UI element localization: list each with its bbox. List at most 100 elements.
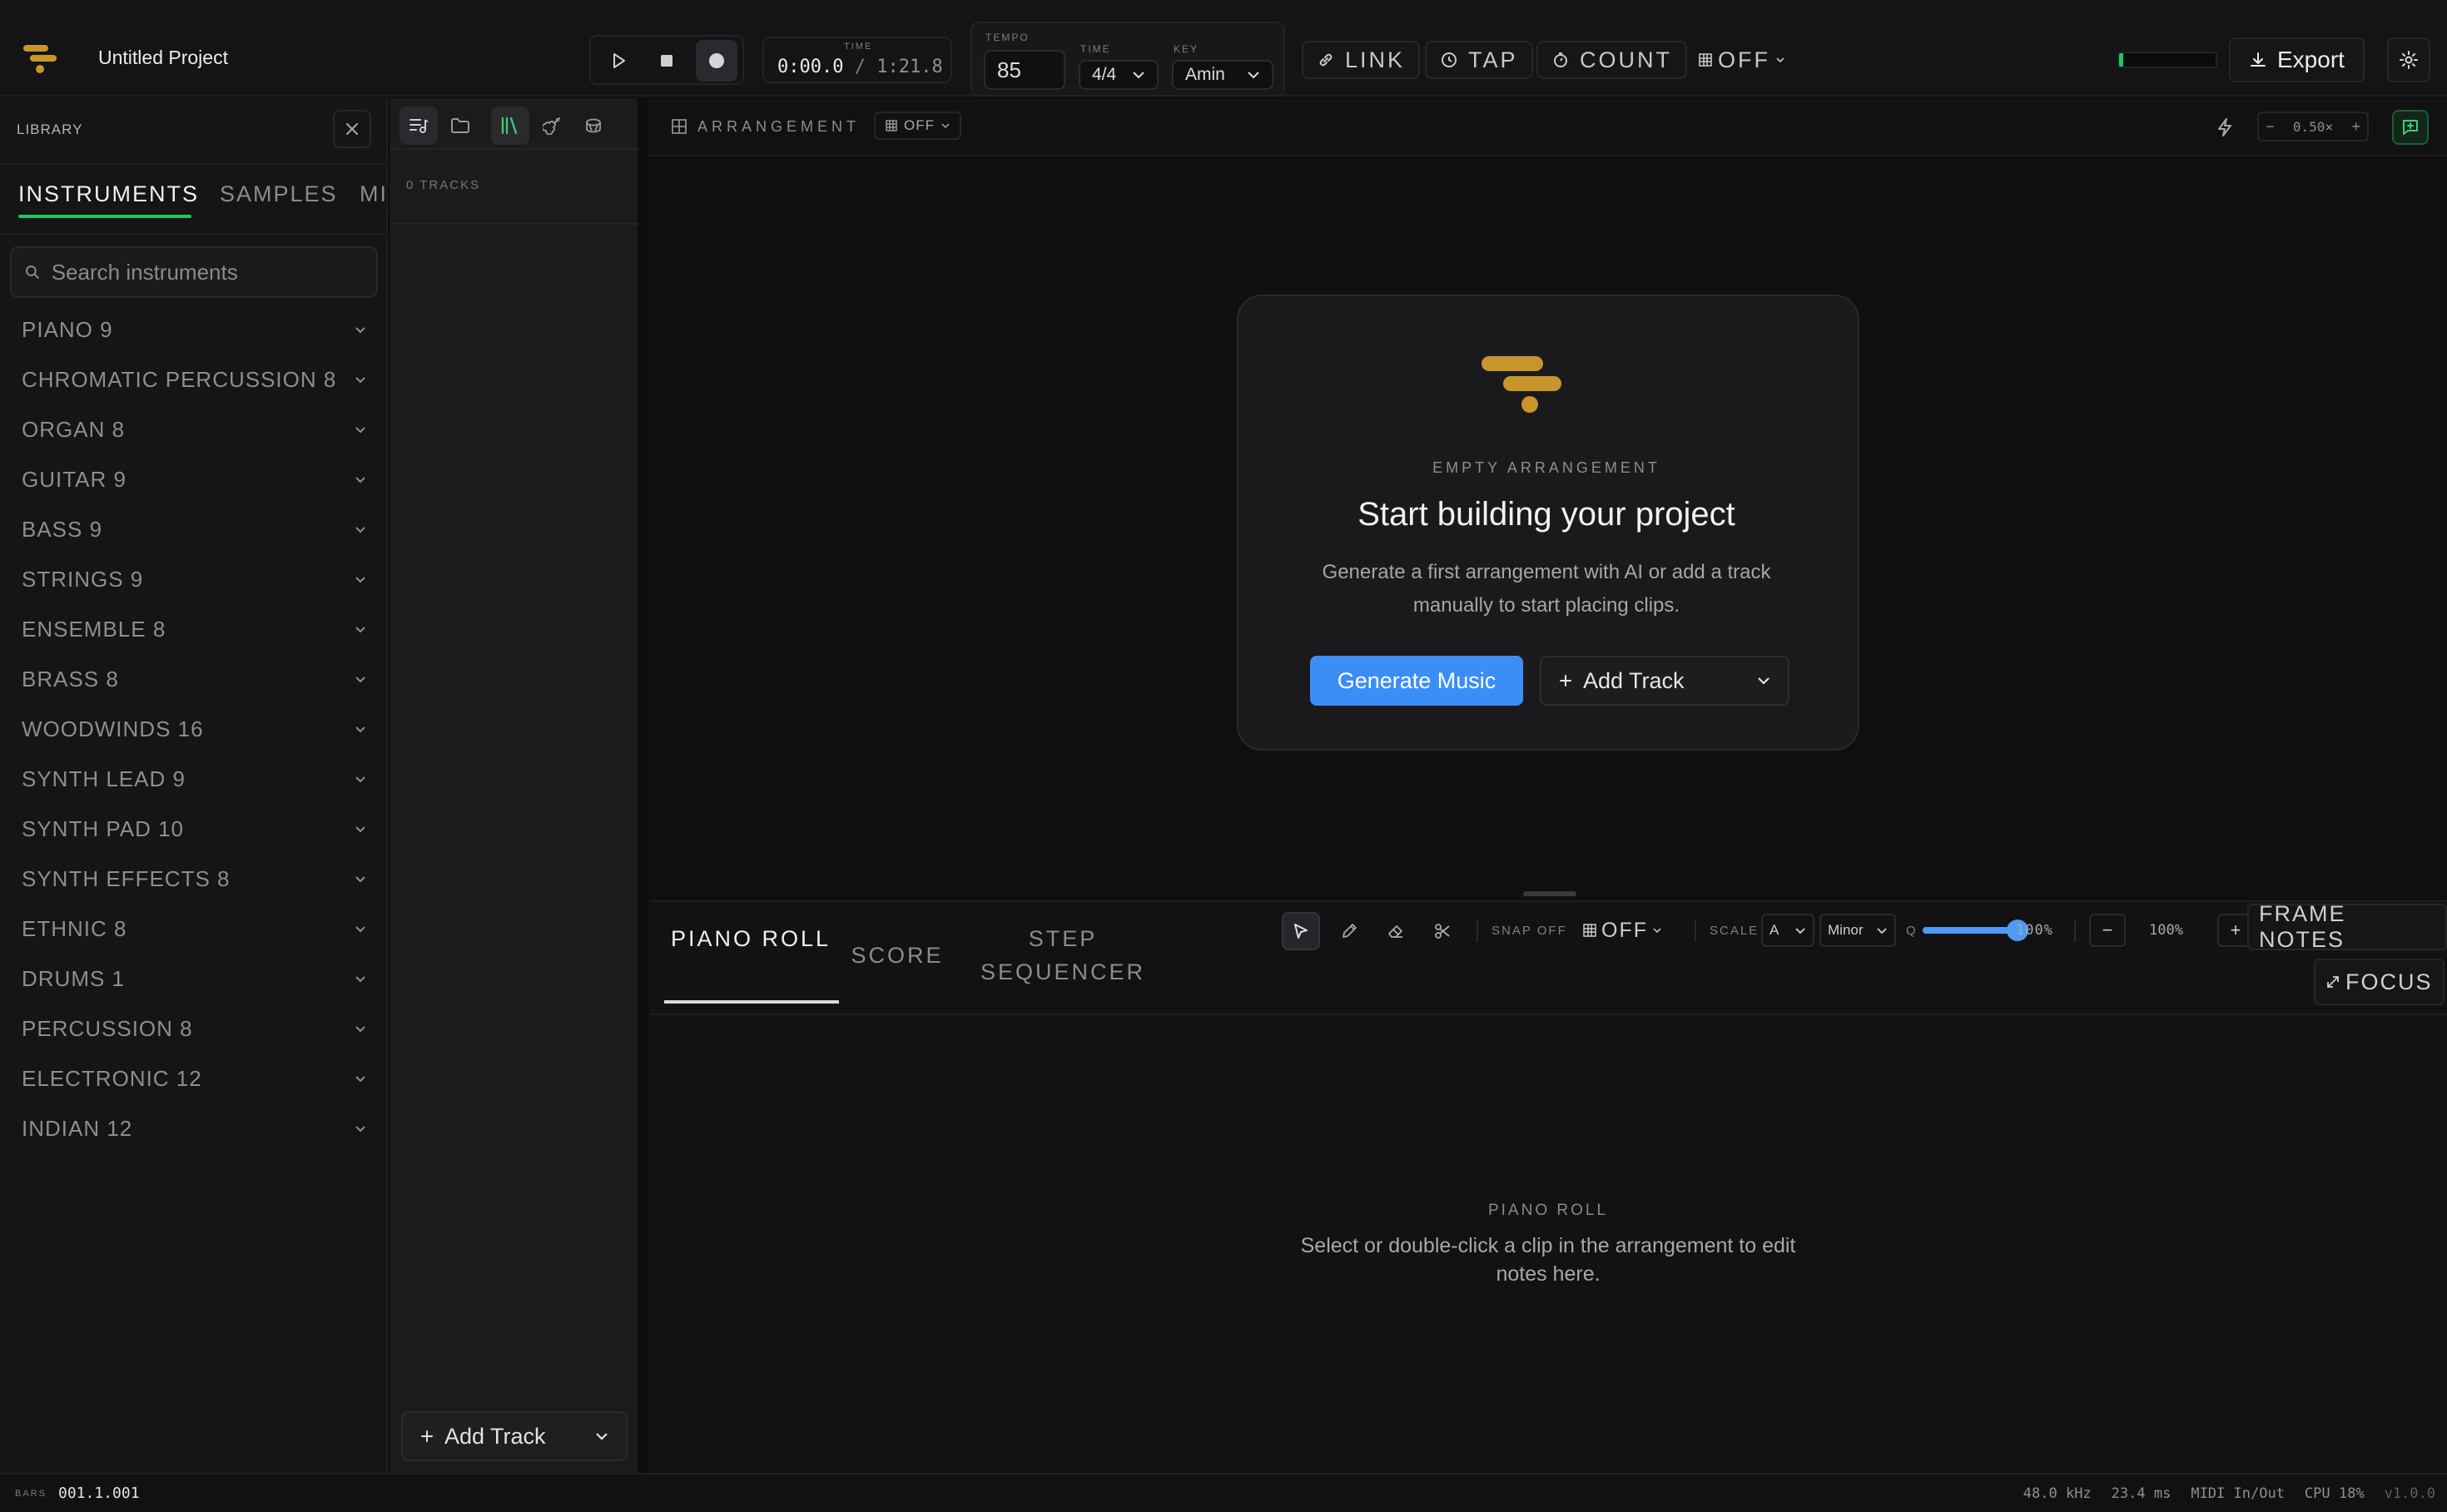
quantize-label: Q <box>1906 924 1918 938</box>
pencil-tool-button[interactable] <box>1330 912 1368 950</box>
download-icon <box>2251 52 2266 67</box>
settings-button[interactable] <box>2387 37 2430 82</box>
drum-button[interactable] <box>574 107 613 145</box>
chevron-down-icon <box>355 776 365 782</box>
status-bar: BARS 001.1.001 48.0 kHz 23.4 ms MIDI In/… <box>0 1473 2447 1512</box>
close-icon <box>346 123 358 135</box>
timer-icon <box>1554 52 1567 67</box>
quick-action-button[interactable] <box>2207 110 2242 145</box>
guitar-button[interactable] <box>533 107 571 145</box>
library-category-label: WOODWINDS 16 <box>22 716 204 741</box>
chevron-down-icon <box>355 1075 365 1082</box>
stop-button[interactable] <box>648 42 686 80</box>
chevron-down-icon[interactable] <box>594 1431 609 1441</box>
focus-button[interactable]: FOCUS <box>2314 959 2445 1005</box>
chevron-down-icon <box>355 975 365 982</box>
midi-status[interactable]: MIDI In/Out <box>2191 1485 2285 1502</box>
frame-notes-button[interactable]: FRAME NOTES <box>2247 901 2447 952</box>
quantize-slider[interactable] <box>1923 920 2028 941</box>
library-category[interactable]: ELECTRONIC 12 <box>22 1062 371 1095</box>
tab-step-sequencer[interactable]: STEP SEQUENCER <box>975 922 1150 989</box>
chevron-down-icon[interactable] <box>1756 676 1771 686</box>
zoom-out-button[interactable]: − <box>2266 118 2275 136</box>
chevron-down-icon <box>1776 57 1784 63</box>
scale-mode-select[interactable]: Minor <box>1819 914 1896 947</box>
library-category[interactable]: SYNTH PAD 10 <box>22 812 371 845</box>
folder-button[interactable] <box>441 107 479 145</box>
play-button[interactable] <box>599 42 638 80</box>
grid-off-label: OFF <box>1718 47 1770 72</box>
tab-score[interactable]: SCORE <box>839 939 955 972</box>
stop-icon <box>661 55 673 67</box>
scale-root-select[interactable]: A <box>1761 914 1814 947</box>
library-category[interactable]: STRINGS 9 <box>22 563 371 596</box>
count-in-button[interactable]: COUNT <box>1536 41 1687 79</box>
key-value: Amin <box>1185 65 1225 84</box>
arrangement-title: ARRANGEMENT <box>697 118 861 135</box>
arrangement-snap-dropdown[interactable]: OFF <box>874 112 961 140</box>
library-category[interactable]: DRUMS 1 <box>22 962 371 995</box>
tempo-label: TEMPO <box>985 32 1030 43</box>
library-category[interactable]: ORGAN 8 <box>22 413 371 446</box>
list-music-icon <box>409 119 429 133</box>
add-track-dropdown-button[interactable]: Add Track <box>1540 656 1789 706</box>
library-category-label: SYNTH PAD 10 <box>22 815 185 841</box>
library-category[interactable]: GUITAR 9 <box>22 463 371 496</box>
search-input[interactable] <box>51 259 363 285</box>
link-button[interactable]: LINK <box>1302 41 1421 79</box>
arrangement-snap-value: OFF <box>904 117 935 133</box>
tab-midi[interactable]: MI <box>360 181 388 207</box>
library-category[interactable]: ETHNIC 8 <box>22 912 371 945</box>
add-track-button[interactable]: Add Track <box>401 1411 628 1461</box>
add-comment-button[interactable] <box>2392 110 2429 145</box>
tempo-input[interactable]: 85 <box>984 50 1065 90</box>
generate-music-button[interactable]: Generate Music <box>1310 656 1523 706</box>
record-button[interactable] <box>696 40 737 82</box>
time-signature-select[interactable]: 4/4 <box>1079 60 1159 90</box>
export-button[interactable]: Export <box>2229 37 2365 82</box>
plus-icon <box>421 1430 433 1442</box>
library-category[interactable]: SYNTH EFFECTS 8 <box>22 862 371 895</box>
key-select[interactable]: Amin <box>1172 60 1273 90</box>
add-track-label: Add Track <box>444 1423 546 1449</box>
library-category[interactable]: SYNTH LEAD 9 <box>22 762 371 796</box>
editor-zoom-out-button[interactable]: − <box>2089 914 2126 947</box>
arrangement-canvas[interactable]: EMPTY ARRANGEMENT Start building your pr… <box>649 158 2447 899</box>
tap-tempo-button[interactable]: TAP <box>1425 41 1533 79</box>
search-field[interactable] <box>10 246 378 298</box>
panel-resize-handle[interactable] <box>1523 891 1576 896</box>
library-category-label: ELECTRONIC 12 <box>22 1065 202 1091</box>
tab-piano-roll[interactable]: PIANO ROLL <box>663 922 839 955</box>
library-category-label: SYNTH EFFECTS 8 <box>22 865 231 891</box>
project-title[interactable]: Untitled Project <box>98 47 228 69</box>
snap-dropdown[interactable]: OFF <box>1575 914 1670 947</box>
library-category[interactable]: PERCUSSION 8 <box>22 1012 371 1045</box>
library-view-button[interactable] <box>491 107 529 145</box>
track-list-view-button[interactable] <box>400 107 438 145</box>
zoom-in-button[interactable]: + <box>2351 118 2360 136</box>
latency: 23.4 ms <box>2111 1485 2172 1502</box>
play-icon <box>613 53 625 68</box>
library-category-label: CHROMATIC PERCUSSION 8 <box>22 366 337 392</box>
library-category[interactable]: PIANO 9 <box>22 313 371 346</box>
scissors-icon <box>1435 924 1450 939</box>
grid-off-dropdown[interactable]: OFF <box>1690 41 1794 79</box>
scissors-tool-button[interactable] <box>1423 912 1462 950</box>
time-readout: 0:00.0 / 1:21.8 <box>777 57 943 77</box>
close-library-button[interactable] <box>333 110 371 148</box>
select-tool-button[interactable] <box>1282 912 1320 950</box>
eraser-tool-button[interactable] <box>1377 912 1415 950</box>
grid-icon <box>1699 53 1712 67</box>
tab-instruments[interactable]: INSTRUMENTS <box>18 181 199 207</box>
library-category[interactable]: CHROMATIC PERCUSSION 8 <box>22 363 371 396</box>
library-category[interactable]: ENSEMBLE 8 <box>22 612 371 646</box>
divider <box>1477 920 1478 942</box>
library-category[interactable]: BASS 9 <box>22 513 371 546</box>
library-category[interactable]: INDIAN 12 <box>22 1112 371 1145</box>
time-separator: / <box>854 57 866 77</box>
chevron-down-icon <box>355 825 365 832</box>
library-category[interactable]: WOODWINDS 16 <box>22 712 371 746</box>
snap-value: OFF <box>1601 918 1648 942</box>
library-category[interactable]: BRASS 8 <box>22 662 371 696</box>
tab-samples[interactable]: SAMPLES <box>220 181 338 207</box>
